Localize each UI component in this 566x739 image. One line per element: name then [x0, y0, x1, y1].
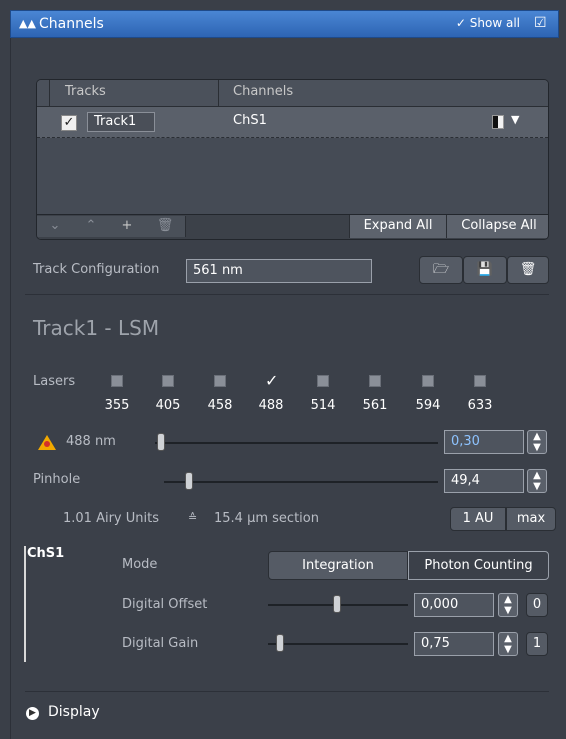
pinhole-value-field[interactable]: 49,4: [444, 469, 524, 493]
laser-checkbox-514[interactable]: [317, 375, 329, 387]
column-separator: [218, 80, 219, 106]
expand-display-icon[interactable]: ▶: [26, 707, 39, 720]
pinhole-label: Pinhole: [33, 472, 81, 487]
digital-offset-slider-thumb[interactable]: [333, 595, 341, 613]
laser-488-stepper[interactable]: ▲ ▼: [527, 430, 547, 454]
digital-gain-slider-thumb[interactable]: [276, 634, 284, 652]
channels-icon: ▲▲: [19, 17, 36, 30]
column-separator: [49, 80, 50, 106]
laser-wavelength-label: 355: [104, 398, 130, 413]
channels-column-header: Channels: [233, 84, 294, 99]
laser-checkbox-488[interactable]: ✓: [265, 373, 278, 389]
channel-name-label: ChS1: [27, 546, 65, 561]
link-icon: ≙: [188, 511, 198, 524]
lasers-label: Lasers: [33, 374, 76, 389]
open-config-button[interactable]: 🗁: [419, 256, 463, 284]
laser-indicator-icon: [44, 441, 50, 447]
airy-units-text: 1.01 Airy Units: [63, 511, 159, 526]
section-thickness-text: 15.4 µm section: [214, 511, 319, 526]
delete-track-icon[interactable]: 🗑: [145, 216, 186, 237]
mode-label: Mode: [122, 557, 158, 572]
laser-checkbox-458[interactable]: [214, 375, 226, 387]
laser-wavelength-label: 488: [258, 398, 284, 413]
display-section-toggle[interactable]: Display: [48, 704, 100, 720]
move-down-icon[interactable]: ⌄: [37, 216, 74, 237]
laser-wavelength-label: 561: [362, 398, 388, 413]
table-footer: ⌄ ⌃ + 🗑 Expand All Collapse All: [37, 214, 548, 239]
mode-integration-button[interactable]: Integration: [268, 551, 408, 580]
digital-gain-slider-track[interactable]: [268, 643, 408, 645]
laser-488-value-field[interactable]: 0,30: [444, 430, 524, 454]
laser-wavelength-label: 514: [310, 398, 336, 413]
pinhole-stepper[interactable]: ▲ ▼: [527, 469, 547, 493]
laser-wavelength-label: 458: [207, 398, 233, 413]
digital-offset-value-field[interactable]: 0,000: [414, 593, 494, 617]
pinhole-1au-button[interactable]: 1 AU: [450, 507, 506, 531]
panel-titlebar: ▲▲ Channels ✓ Show all ☑: [10, 10, 559, 38]
track-heading: Track1 - LSM: [33, 316, 160, 340]
folder-icon: 🗁: [432, 262, 450, 277]
channel-name: ChS1: [233, 113, 267, 128]
table-row[interactable]: ✓ Track1 ChS1 ▼: [37, 107, 548, 138]
laser-checkbox-594[interactable]: [422, 375, 434, 387]
laser-wavelength-label: 594: [415, 398, 441, 413]
expand-all-button[interactable]: Expand All: [349, 215, 446, 238]
pinhole-slider-thumb[interactable]: [185, 472, 193, 490]
add-track-icon[interactable]: +: [109, 216, 146, 237]
trash-icon: 🗑: [519, 262, 537, 277]
tracks-column-header: Tracks: [65, 84, 106, 99]
laser-checkbox-405[interactable]: [162, 375, 174, 387]
channel-color-swatch[interactable]: [492, 115, 504, 129]
track-config-label: Track Configuration: [33, 262, 160, 277]
laser-488-slider-track[interactable]: [155, 442, 438, 444]
table-header: Tracks Channels: [37, 80, 548, 107]
laser-wavelength-label: 633: [467, 398, 493, 413]
digital-offset-stepper[interactable]: ▲ ▼: [498, 593, 518, 617]
dock-toggle-icon[interactable]: ☑: [534, 15, 552, 33]
digital-gain-reset-button[interactable]: 1: [526, 632, 548, 656]
show-all-toggle[interactable]: ✓ Show all: [456, 16, 520, 30]
pinhole-slider-track[interactable]: [164, 481, 438, 483]
mode-photon-counting-button[interactable]: Photon Counting: [408, 551, 549, 580]
pinhole-max-button[interactable]: max: [506, 507, 556, 531]
save-config-button[interactable]: 💾: [463, 256, 507, 284]
laser-488-label: 488 nm: [66, 434, 116, 449]
divider: [25, 691, 549, 692]
move-up-icon[interactable]: ⌃: [73, 216, 110, 237]
channel-section-bar: [24, 546, 26, 662]
digital-gain-label: Digital Gain: [122, 636, 199, 651]
digital-offset-label: Digital Offset: [122, 597, 208, 612]
tracks-table: Tracks Channels ✓ Track1 ChS1 ▼ ⌄ ⌃ + 🗑 …: [36, 79, 549, 240]
laser-checkbox-633[interactable]: [474, 375, 486, 387]
laser-488-slider-thumb[interactable]: [157, 433, 165, 451]
digital-offset-reset-button[interactable]: 0: [526, 593, 548, 617]
track-config-field[interactable]: 561 nm: [186, 259, 372, 283]
panel-title: Channels: [39, 16, 104, 32]
laser-checkbox-561[interactable]: [369, 375, 381, 387]
save-icon: 💾: [476, 262, 494, 277]
track-name-field[interactable]: Track1: [87, 112, 155, 132]
laser-checkbox-355[interactable]: [111, 375, 123, 387]
collapse-all-button[interactable]: Collapse All: [446, 215, 548, 238]
delete-config-button[interactable]: 🗑: [507, 256, 549, 284]
track-enable-checkbox[interactable]: ✓: [61, 115, 77, 131]
digital-gain-stepper[interactable]: ▲ ▼: [498, 632, 518, 656]
chevron-down-icon[interactable]: ▼: [511, 113, 519, 126]
digital-gain-value-field[interactable]: 0,75: [414, 632, 494, 656]
divider: [25, 294, 549, 295]
laser-wavelength-label: 405: [155, 398, 181, 413]
